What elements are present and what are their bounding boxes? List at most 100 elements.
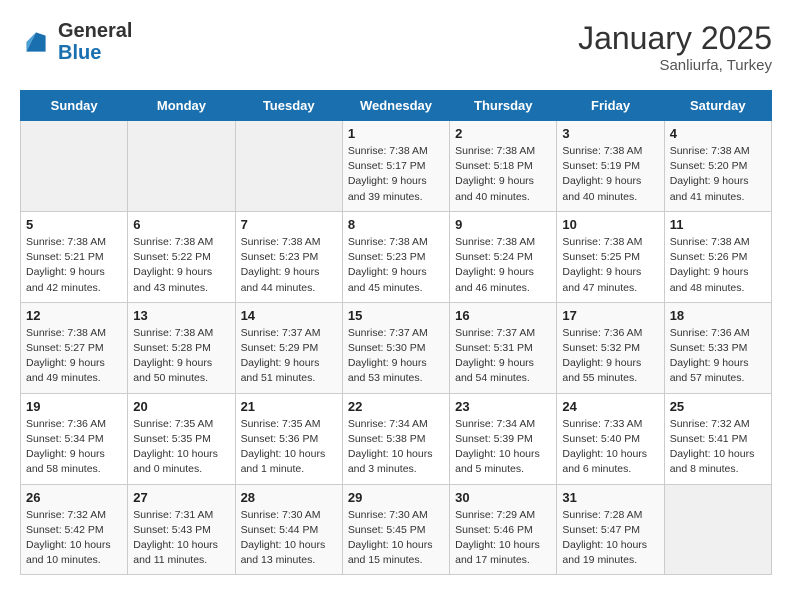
page-header: General Blue January 2025 Sanliurfa, Tur… <box>20 20 772 74</box>
day-number: 23 <box>455 399 551 414</box>
calendar-cell: 4 Sunrise: 7:38 AM Sunset: 5:20 PM Daylig… <box>664 121 771 212</box>
day-info: Sunrise: 7:29 AM Sunset: 5:46 PM Dayligh… <box>455 508 551 569</box>
day-number: 13 <box>133 308 229 323</box>
calendar-week-row: 12 Sunrise: 7:38 AM Sunset: 5:27 PM Dayli… <box>21 302 772 393</box>
day-number: 16 <box>455 308 551 323</box>
day-number: 14 <box>241 308 337 323</box>
day-number: 2 <box>455 126 551 141</box>
calendar-cell: 17 Sunrise: 7:36 AM Sunset: 5:32 PM Dayli… <box>557 302 664 393</box>
day-info: Sunrise: 7:38 AM Sunset: 5:27 PM Dayligh… <box>26 326 122 387</box>
day-number: 1 <box>348 126 444 141</box>
calendar-cell: 19 Sunrise: 7:36 AM Sunset: 5:34 PM Dayli… <box>21 393 128 484</box>
calendar-cell: 29Sunrise: 7:30 AM Sunset: 5:45 PM Dayli… <box>342 484 449 575</box>
calendar-week-row: 1 Sunrise: 7:38 AM Sunset: 5:17 PM Daylig… <box>21 121 772 212</box>
calendar-cell: 7 Sunrise: 7:38 AM Sunset: 5:23 PM Daylig… <box>235 211 342 302</box>
day-number: 4 <box>670 126 766 141</box>
calendar-cell <box>128 121 235 212</box>
calendar-week-row: 19 Sunrise: 7:36 AM Sunset: 5:34 PM Dayli… <box>21 393 772 484</box>
day-info: Sunrise: 7:38 AM Sunset: 5:20 PM Dayligh… <box>670 144 766 205</box>
day-number: 28 <box>241 490 337 505</box>
day-info: Sunrise: 7:28 AM Sunset: 5:47 PM Dayligh… <box>562 508 658 569</box>
calendar-cell: 16 Sunrise: 7:37 AM Sunset: 5:31 PM Dayli… <box>450 302 557 393</box>
calendar-cell: 26 Sunrise: 7:32 AM Sunset: 5:42 PM Dayli… <box>21 484 128 575</box>
day-info: Sunrise: 7:38 AM Sunset: 5:25 PM Dayligh… <box>562 235 658 296</box>
location-subtitle: Sanliurfa, Turkey <box>578 57 772 74</box>
calendar-cell <box>235 121 342 212</box>
calendar-cell: 8Sunrise: 7:38 AM Sunset: 5:23 PM Daylig… <box>342 211 449 302</box>
day-number: 3 <box>562 126 658 141</box>
calendar-cell: 31Sunrise: 7:28 AM Sunset: 5:47 PM Dayli… <box>557 484 664 575</box>
day-info: Sunrise: 7:37 AM Sunset: 5:31 PM Dayligh… <box>455 326 551 387</box>
calendar-cell: 11Sunrise: 7:38 AM Sunset: 5:26 PM Dayli… <box>664 211 771 302</box>
day-info: Sunrise: 7:38 AM Sunset: 5:28 PM Dayligh… <box>133 326 229 387</box>
day-info: Sunrise: 7:38 AM Sunset: 5:21 PM Dayligh… <box>26 235 122 296</box>
calendar-cell <box>21 121 128 212</box>
day-info: Sunrise: 7:38 AM Sunset: 5:19 PM Dayligh… <box>562 144 658 205</box>
calendar-cell: 24 Sunrise: 7:33 AM Sunset: 5:40 PM Dayli… <box>557 393 664 484</box>
weekday-header: Wednesday <box>342 91 449 121</box>
day-number: 22 <box>348 399 444 414</box>
day-info: Sunrise: 7:37 AM Sunset: 5:30 PM Dayligh… <box>348 326 444 387</box>
weekday-header: Tuesday <box>235 91 342 121</box>
day-number: 19 <box>26 399 122 414</box>
day-number: 24 <box>562 399 658 414</box>
calendar-cell: 25 Sunrise: 7:32 AM Sunset: 5:41 PM Dayli… <box>664 393 771 484</box>
calendar-cell: 10 Sunrise: 7:38 AM Sunset: 5:25 PM Dayli… <box>557 211 664 302</box>
calendar-week-row: 5Sunrise: 7:38 AM Sunset: 5:21 PM Daylig… <box>21 211 772 302</box>
weekday-header: Monday <box>128 91 235 121</box>
month-title: January 2025 <box>578 20 772 57</box>
day-number: 20 <box>133 399 229 414</box>
calendar-cell: 9Sunrise: 7:38 AM Sunset: 5:24 PM Daylig… <box>450 211 557 302</box>
day-info: Sunrise: 7:36 AM Sunset: 5:34 PM Dayligh… <box>26 417 122 478</box>
calendar-cell: 30 Sunrise: 7:29 AM Sunset: 5:46 PM Dayli… <box>450 484 557 575</box>
day-number: 26 <box>26 490 122 505</box>
calendar-week-row: 26 Sunrise: 7:32 AM Sunset: 5:42 PM Dayli… <box>21 484 772 575</box>
calendar-cell: 5Sunrise: 7:38 AM Sunset: 5:21 PM Daylig… <box>21 211 128 302</box>
weekday-header: Thursday <box>450 91 557 121</box>
day-info: Sunrise: 7:32 AM Sunset: 5:41 PM Dayligh… <box>670 417 766 478</box>
calendar-cell: 21 Sunrise: 7:35 AM Sunset: 5:36 PM Dayli… <box>235 393 342 484</box>
day-number: 17 <box>562 308 658 323</box>
calendar-cell: 12 Sunrise: 7:38 AM Sunset: 5:27 PM Dayli… <box>21 302 128 393</box>
calendar-cell: 6Sunrise: 7:38 AM Sunset: 5:22 PM Daylig… <box>128 211 235 302</box>
day-info: Sunrise: 7:35 AM Sunset: 5:35 PM Dayligh… <box>133 417 229 478</box>
day-info: Sunrise: 7:31 AM Sunset: 5:43 PM Dayligh… <box>133 508 229 569</box>
calendar-cell: 22Sunrise: 7:34 AM Sunset: 5:38 PM Dayli… <box>342 393 449 484</box>
day-number: 27 <box>133 490 229 505</box>
calendar-cell: 27 Sunrise: 7:31 AM Sunset: 5:43 PM Dayli… <box>128 484 235 575</box>
day-number: 12 <box>26 308 122 323</box>
day-number: 29 <box>348 490 444 505</box>
calendar-cell: 13 Sunrise: 7:38 AM Sunset: 5:28 PM Dayli… <box>128 302 235 393</box>
day-info: Sunrise: 7:38 AM Sunset: 5:26 PM Dayligh… <box>670 235 766 296</box>
day-info: Sunrise: 7:37 AM Sunset: 5:29 PM Dayligh… <box>241 326 337 387</box>
calendar-cell: 18 Sunrise: 7:36 AM Sunset: 5:33 PM Dayli… <box>664 302 771 393</box>
title-block: January 2025 Sanliurfa, Turkey <box>578 20 772 74</box>
calendar-cell: 23 Sunrise: 7:34 AM Sunset: 5:39 PM Dayli… <box>450 393 557 484</box>
calendar-cell: 20 Sunrise: 7:35 AM Sunset: 5:35 PM Dayli… <box>128 393 235 484</box>
day-info: Sunrise: 7:36 AM Sunset: 5:32 PM Dayligh… <box>562 326 658 387</box>
day-info: Sunrise: 7:32 AM Sunset: 5:42 PM Dayligh… <box>26 508 122 569</box>
day-info: Sunrise: 7:34 AM Sunset: 5:39 PM Dayligh… <box>455 417 551 478</box>
day-number: 21 <box>241 399 337 414</box>
day-info: Sunrise: 7:38 AM Sunset: 5:17 PM Dayligh… <box>348 144 444 205</box>
day-info: Sunrise: 7:38 AM Sunset: 5:23 PM Dayligh… <box>241 235 337 296</box>
logo-text: General Blue <box>58 20 132 64</box>
day-info: Sunrise: 7:35 AM Sunset: 5:36 PM Dayligh… <box>241 417 337 478</box>
calendar-cell: 14 Sunrise: 7:37 AM Sunset: 5:29 PM Dayli… <box>235 302 342 393</box>
weekday-header: Friday <box>557 91 664 121</box>
calendar-cell: 28 Sunrise: 7:30 AM Sunset: 5:44 PM Dayli… <box>235 484 342 575</box>
day-number: 15 <box>348 308 444 323</box>
logo-icon <box>20 26 52 58</box>
day-info: Sunrise: 7:30 AM Sunset: 5:44 PM Dayligh… <box>241 508 337 569</box>
day-number: 10 <box>562 217 658 232</box>
day-number: 30 <box>455 490 551 505</box>
calendar-table: SundayMondayTuesdayWednesdayThursdayFrid… <box>20 90 772 575</box>
day-info: Sunrise: 7:38 AM Sunset: 5:23 PM Dayligh… <box>348 235 444 296</box>
day-number: 18 <box>670 308 766 323</box>
day-info: Sunrise: 7:33 AM Sunset: 5:40 PM Dayligh… <box>562 417 658 478</box>
day-number: 7 <box>241 217 337 232</box>
calendar-cell <box>664 484 771 575</box>
day-info: Sunrise: 7:36 AM Sunset: 5:33 PM Dayligh… <box>670 326 766 387</box>
day-number: 25 <box>670 399 766 414</box>
calendar-cell: 15 Sunrise: 7:37 AM Sunset: 5:30 PM Dayli… <box>342 302 449 393</box>
